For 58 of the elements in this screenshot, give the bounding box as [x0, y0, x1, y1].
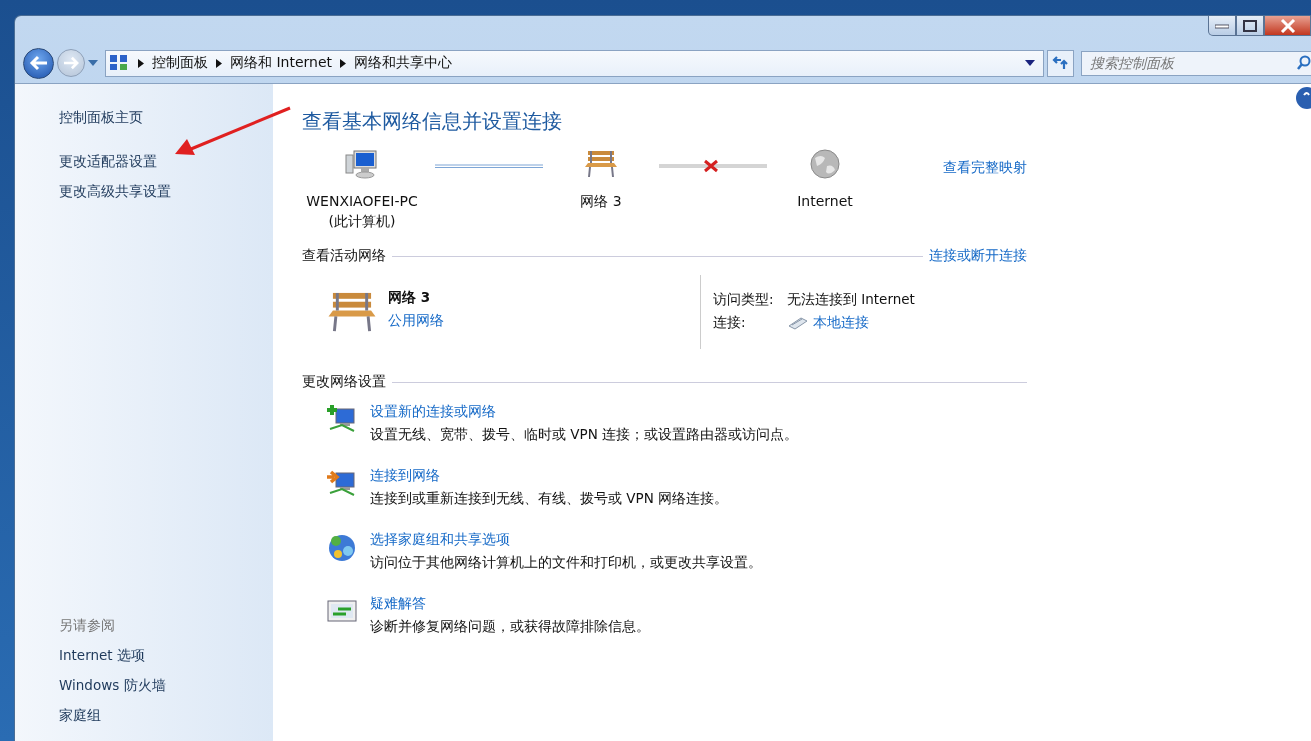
task-description: 设置无线、宽带、拨号、临时或 VPN 连接；或设置路由器或访问点。 — [370, 426, 799, 444]
section-heading: 查看活动网络 — [302, 247, 386, 265]
access-type-label: 访问类型: — [713, 291, 775, 309]
connect-disconnect-link[interactable]: 连接或断开连接 — [929, 247, 1027, 265]
separator-arrow-icon — [216, 58, 222, 68]
history-dropdown-icon[interactable] — [88, 60, 98, 66]
refresh-button[interactable] — [1047, 49, 1074, 77]
close-icon — [1279, 18, 1296, 33]
sidebar-link[interactable]: 更改适配器设置 — [59, 146, 157, 176]
address-bar[interactable]: 控制面板 网络和 Internet 网络和共享中心 — [105, 49, 1044, 77]
breadcrumb-item[interactable]: 网络和共享中心 — [354, 54, 453, 72]
back-arrow-icon — [28, 55, 49, 71]
node-sublabel: (此计算机) — [328, 212, 396, 231]
task-link[interactable]: 选择家庭组和共享选项 — [370, 531, 510, 549]
breadcrumb-item[interactable]: 网络和 Internet — [230, 54, 333, 72]
task-description: 诊断并修复网络问题，或获得故障排除信息。 — [370, 618, 650, 636]
search-field[interactable]: 搜索控制面板 — [1081, 50, 1311, 76]
help-icon[interactable] — [1295, 87, 1311, 109]
minimize-button[interactable] — [1208, 16, 1236, 36]
close-button[interactable] — [1264, 16, 1311, 36]
breadcrumb-item[interactable]: 控制面板 — [152, 54, 208, 72]
maximize-button[interactable] — [1236, 16, 1264, 36]
node-label: 网络 3 — [580, 192, 622, 211]
see-also-link[interactable]: 家庭组 — [59, 700, 101, 730]
section-heading: 更改网络设置 — [302, 373, 386, 391]
dropdown-icon[interactable] — [1025, 60, 1035, 66]
see-also-heading: 另请参阅 — [59, 616, 115, 635]
full-map-link[interactable]: 查看完整映射 — [943, 159, 1027, 177]
minimize-icon — [1215, 22, 1229, 29]
network-adapter-icon — [787, 316, 809, 330]
page-title: 查看基本网络信息并设置连接 — [302, 108, 563, 135]
control-panel-icon — [108, 53, 130, 73]
maximize-icon — [1243, 19, 1257, 32]
bench-icon — [326, 290, 378, 334]
computer-icon — [345, 147, 379, 181]
forward-arrow-icon — [62, 56, 80, 70]
separator-arrow-icon — [138, 58, 144, 68]
back-button[interactable] — [23, 47, 54, 79]
task-description: 连接到或重新连接到无线、有线、拨号或 VPN 网络连接。 — [370, 490, 729, 508]
new-connection-icon — [326, 403, 358, 435]
node-label: Internet — [797, 192, 853, 211]
see-also-link[interactable]: Internet 选项 — [59, 640, 145, 670]
network-name: 网络 3 — [388, 288, 431, 307]
sidebar-link[interactable]: 更改高级共享设置 — [59, 176, 171, 206]
local-connection-link[interactable]: 本地连接 — [813, 314, 869, 332]
connection-label: 连接: — [713, 314, 747, 332]
task-link[interactable]: 疑难解答 — [370, 595, 426, 613]
task-link[interactable]: 设置新的连接或网络 — [370, 403, 496, 421]
see-also-link[interactable]: Windows 防火墙 — [59, 670, 166, 700]
network-type-link[interactable]: 公用网络 — [388, 311, 444, 330]
globe-icon — [809, 147, 841, 181]
sidebar-link[interactable]: 控制面板主页 — [59, 102, 143, 132]
task-link[interactable]: 连接到网络 — [370, 467, 440, 485]
node-label: WENXIAOFEI-PC — [306, 192, 418, 211]
separator-arrow-icon — [340, 58, 347, 68]
access-type-value: 无法连接到 Internet — [787, 291, 915, 309]
refresh-icon — [1051, 55, 1070, 71]
task-description: 访问位于其他网络计算机上的文件和打印机，或更改共享设置。 — [370, 554, 762, 572]
